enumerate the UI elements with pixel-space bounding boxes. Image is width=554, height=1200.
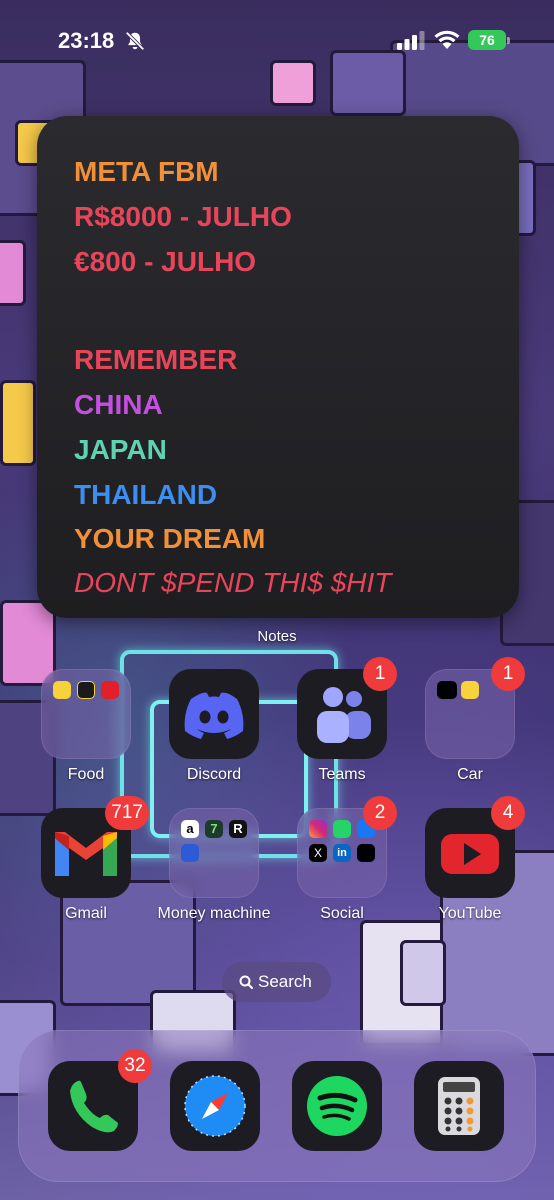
- notification-badge: 717: [105, 796, 149, 830]
- note-line: JAPAN: [74, 434, 167, 465]
- spotify-icon: [292, 1061, 382, 1151]
- note-line: R$8000 - JULHO: [74, 201, 292, 232]
- app-gmail[interactable]: 717 Gmail: [41, 796, 149, 922]
- app-label: YouTube: [438, 905, 502, 922]
- discord-icon: [169, 669, 259, 759]
- cellular-signal-icon: [397, 31, 425, 50]
- note-line: THAILAND: [74, 479, 218, 510]
- app-discord[interactable]: Discord: [169, 669, 259, 783]
- note-line: CHINA: [74, 389, 163, 420]
- dock: 32: [18, 1030, 536, 1182]
- folder-icon: [41, 669, 131, 759]
- app-youtube[interactable]: 4 YouTube: [425, 796, 525, 922]
- notes-widget[interactable]: META FBM R$8000 - JULHO €800 - JULHO REM…: [37, 116, 519, 618]
- app-safari[interactable]: [170, 1061, 260, 1151]
- app-teams[interactable]: 1 Teams: [297, 657, 397, 783]
- search-label: Search: [258, 972, 312, 991]
- notification-badge: 32: [118, 1049, 152, 1083]
- status-bar: 23:18 76: [0, 0, 554, 80]
- app-calculator[interactable]: [414, 1061, 504, 1151]
- folder-icon: a 7 R: [169, 808, 259, 898]
- bell-slash-icon: [125, 31, 145, 51]
- app-r-icon: R: [229, 820, 247, 838]
- amazon-icon: a: [181, 820, 199, 838]
- notification-badge: 2: [363, 796, 397, 830]
- note-line: €800 - JULHO: [74, 246, 257, 277]
- search-button[interactable]: Search: [222, 962, 331, 1002]
- app-7-icon: 7: [205, 820, 223, 838]
- app-spotify[interactable]: [292, 1061, 382, 1151]
- folder-money-machine[interactable]: a 7 R Money machine: [158, 808, 270, 922]
- cart-icon: [181, 844, 199, 862]
- battery-level: 76: [479, 32, 495, 48]
- ifood-icon: [101, 681, 119, 699]
- folder-car[interactable]: 1 Car: [425, 657, 525, 783]
- notes-widget-label: Notes: [257, 628, 297, 645]
- linkedin-icon: in: [333, 844, 351, 862]
- notification-badge: 1: [363, 657, 397, 691]
- safari-icon: [170, 1061, 260, 1151]
- notification-badge: 4: [491, 796, 525, 830]
- x-icon: X: [309, 844, 327, 862]
- aiqfome-icon: [53, 681, 71, 699]
- uber-icon: [437, 681, 457, 699]
- note-line: DONT $PEND THI$ $HIT: [74, 567, 392, 598]
- 99-icon: [461, 681, 479, 699]
- battery-charging-icon: 76: [468, 30, 510, 50]
- keeta-icon: [77, 681, 95, 699]
- search-icon: [239, 975, 253, 989]
- wifi-icon: [434, 30, 460, 49]
- app-phone[interactable]: 32: [48, 1049, 152, 1151]
- whatsapp-icon: [333, 820, 351, 838]
- instagram-icon: [309, 820, 327, 838]
- app-label: Car: [457, 766, 483, 783]
- folder-social[interactable]: X in 2 Social: [297, 796, 397, 922]
- clock: 23:18: [58, 28, 115, 53]
- note-line: YOUR DREAM: [74, 523, 266, 554]
- calculator-icon: [414, 1061, 504, 1151]
- notification-badge: 1: [491, 657, 525, 691]
- tiktok-icon: [357, 844, 375, 862]
- note-line: META FBM: [74, 156, 219, 187]
- folder-food[interactable]: Food: [41, 669, 131, 783]
- note-line: REMEMBER: [74, 344, 238, 375]
